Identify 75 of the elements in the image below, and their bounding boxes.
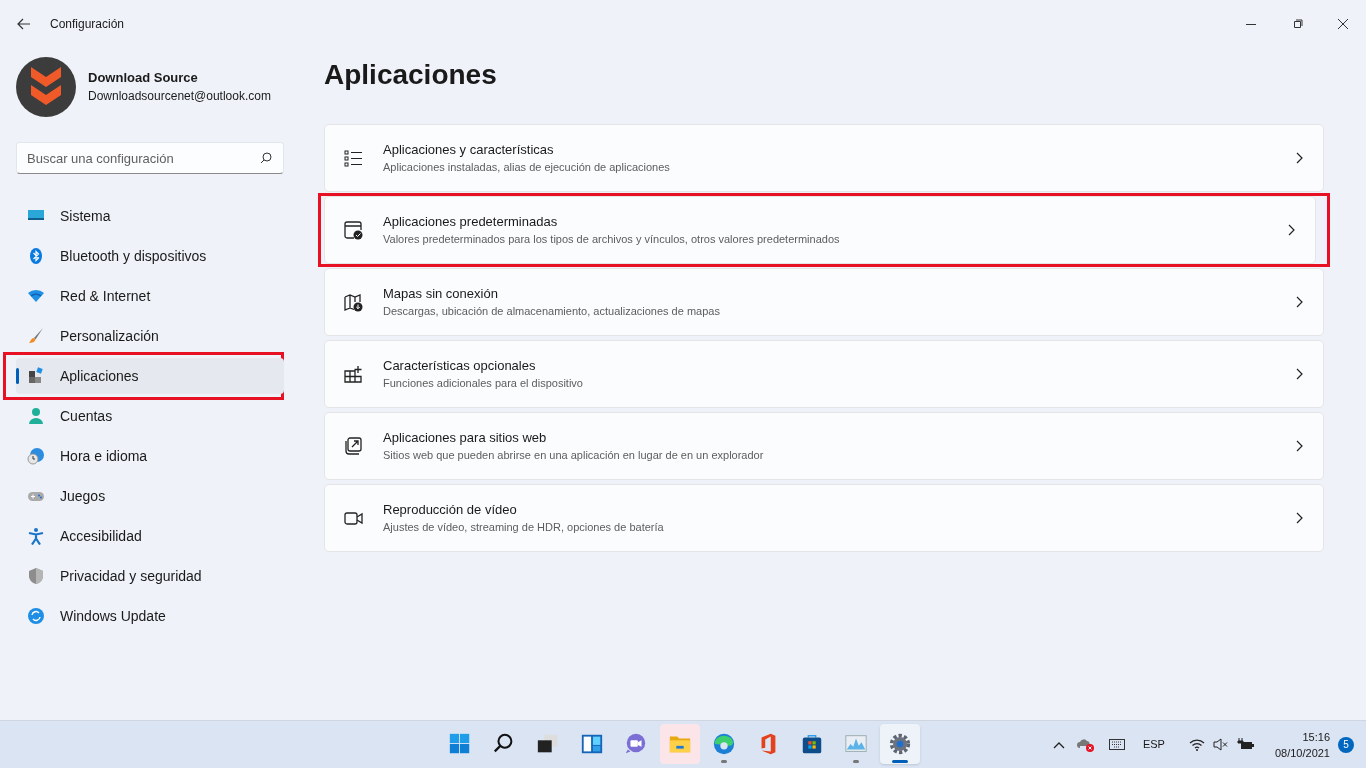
- cloud-error-icon: [1076, 736, 1095, 753]
- settings-card[interactable]: Aplicaciones para sitios web Sitios web que pueden abrirse en una aplicación en lugar de en un explorador: [324, 412, 1324, 480]
- card-description: Descargas, ubicación de almacenamiento, actualizaciones de mapas: [383, 304, 720, 319]
- person-icon: [27, 407, 45, 425]
- settings-card[interactable]: Aplicaciones y características Aplicaciones instaladas, alias de ejecución de aplicaciones: [324, 124, 1324, 192]
- bluetooth-icon: [27, 247, 45, 265]
- close-icon: [1338, 19, 1348, 29]
- window-title: Configuración: [50, 16, 125, 33]
- shopping-bag-icon: [800, 732, 824, 756]
- chevron-right-icon: [1296, 296, 1303, 308]
- settings-card[interactable]: Mapas sin conexión Descargas, ubicación de almacenamiento, actualizaciones de mapas: [324, 268, 1324, 336]
- wifi-icon: [1188, 738, 1205, 751]
- window-check-icon: [344, 220, 363, 240]
- sidebar-item[interactable]: Personalización: [16, 318, 284, 354]
- sidebar-item[interactable]: Juegos: [16, 478, 284, 514]
- settings-icon: [888, 732, 912, 756]
- minimize-icon: [1246, 23, 1256, 25]
- apps-grid-icon: [27, 367, 45, 385]
- back-arrow-icon: [17, 18, 31, 30]
- card-title: Aplicaciones y características: [383, 141, 555, 159]
- chevron-right-icon: [1296, 440, 1303, 452]
- card-title: Mapas sin conexión: [383, 285, 499, 303]
- four-squares-icon: [448, 732, 472, 756]
- card-title: Aplicaciones predeterminadas: [383, 213, 559, 231]
- chevron-right-icon: [1296, 152, 1303, 164]
- search-icon: [260, 152, 272, 164]
- map-download-icon: [344, 292, 363, 312]
- notification-count-badge[interactable]: 5: [1338, 736, 1354, 753]
- sidebar-item[interactable]: Privacidad y seguridad: [16, 558, 284, 594]
- sync-icon: [27, 607, 45, 625]
- chevron-up-icon: [1052, 740, 1065, 749]
- chevron-right-icon: [1296, 512, 1303, 524]
- settings-card[interactable]: Reproducción de vídeo Ajustes de vídeo, streaming de HDR, opciones de batería: [324, 484, 1324, 552]
- account-name: Download Source: [88, 69, 199, 87]
- card-description: Funciones adicionales para el dispositivo: [383, 376, 583, 391]
- settings-card[interactable]: Características opcionales Funciones adicionales para el dispositivo: [324, 340, 1324, 408]
- sidebar-item[interactable]: Cuentas: [16, 398, 284, 434]
- widgets-panels-icon: [580, 732, 604, 756]
- clock-date[interactable]: 08/10/2021: [1274, 744, 1330, 761]
- sidebar-item[interactable]: Bluetooth y dispositivos: [16, 238, 284, 274]
- chevron-right-icon: [1296, 368, 1303, 380]
- sidebar-item[interactable]: Red & Internet: [16, 278, 284, 314]
- sidebar-item[interactable]: Sistema: [16, 198, 284, 234]
- chevrons-logo-icon: [31, 67, 61, 107]
- window-arrow-icon: [344, 436, 363, 456]
- language-indicator[interactable]: ESP: [1142, 736, 1165, 753]
- page-title: Aplicaciones: [324, 58, 497, 92]
- card-description: Ajustes de vídeo, streaming de HDR, opciones de batería: [383, 520, 664, 535]
- settings-card[interactable]: Aplicaciones predeterminadas Valores predeterminados para los tipos de archivos y vínculos, otros valores predeterminados: [324, 196, 1316, 264]
- sidebar-item[interactable]: Accesibilidad: [16, 518, 284, 554]
- accessibility-person-icon: [27, 527, 45, 545]
- sidebar-item[interactable]: Aplicaciones: [16, 358, 284, 394]
- wave-circle-icon: [712, 732, 736, 756]
- selection-indicator: [16, 368, 19, 384]
- video-chat-icon: [624, 732, 648, 756]
- card-description: Valores predeterminados para los tipos de archivos y vínculos, otros valores predeterminados: [383, 232, 840, 247]
- card-description: Aplicaciones instaladas, alias de ejecución de aplicaciones: [383, 160, 670, 175]
- chevron-right-icon: [1288, 224, 1295, 236]
- card-description: Sitios web que pueden abrirse en una aplicación en lugar de en un explorador: [383, 448, 764, 463]
- keyboard-icon: [1108, 739, 1125, 750]
- account-email: Downloadsourcenet@outlook.com: [88, 88, 271, 105]
- search-field[interactable]: Buscar una configuración: [16, 142, 284, 174]
- list-icon: [344, 148, 363, 168]
- clock-time[interactable]: 15:16: [1302, 728, 1330, 745]
- grid-plus-icon: [344, 364, 363, 384]
- sidebar-item[interactable]: Windows Update: [16, 598, 284, 634]
- sidebar-item[interactable]: Hora e idioma: [16, 438, 284, 474]
- card-title: Reproducción de vídeo: [383, 501, 518, 519]
- card-title: Características opcionales: [383, 357, 537, 375]
- shield-icon: [27, 567, 45, 585]
- battery-charging-icon: [1236, 738, 1255, 751]
- restore-icon: [1291, 18, 1303, 30]
- card-title: Aplicaciones para sitios web: [383, 429, 548, 447]
- speaker-muted-icon: [1212, 738, 1229, 751]
- globe-clock-icon: [27, 447, 45, 465]
